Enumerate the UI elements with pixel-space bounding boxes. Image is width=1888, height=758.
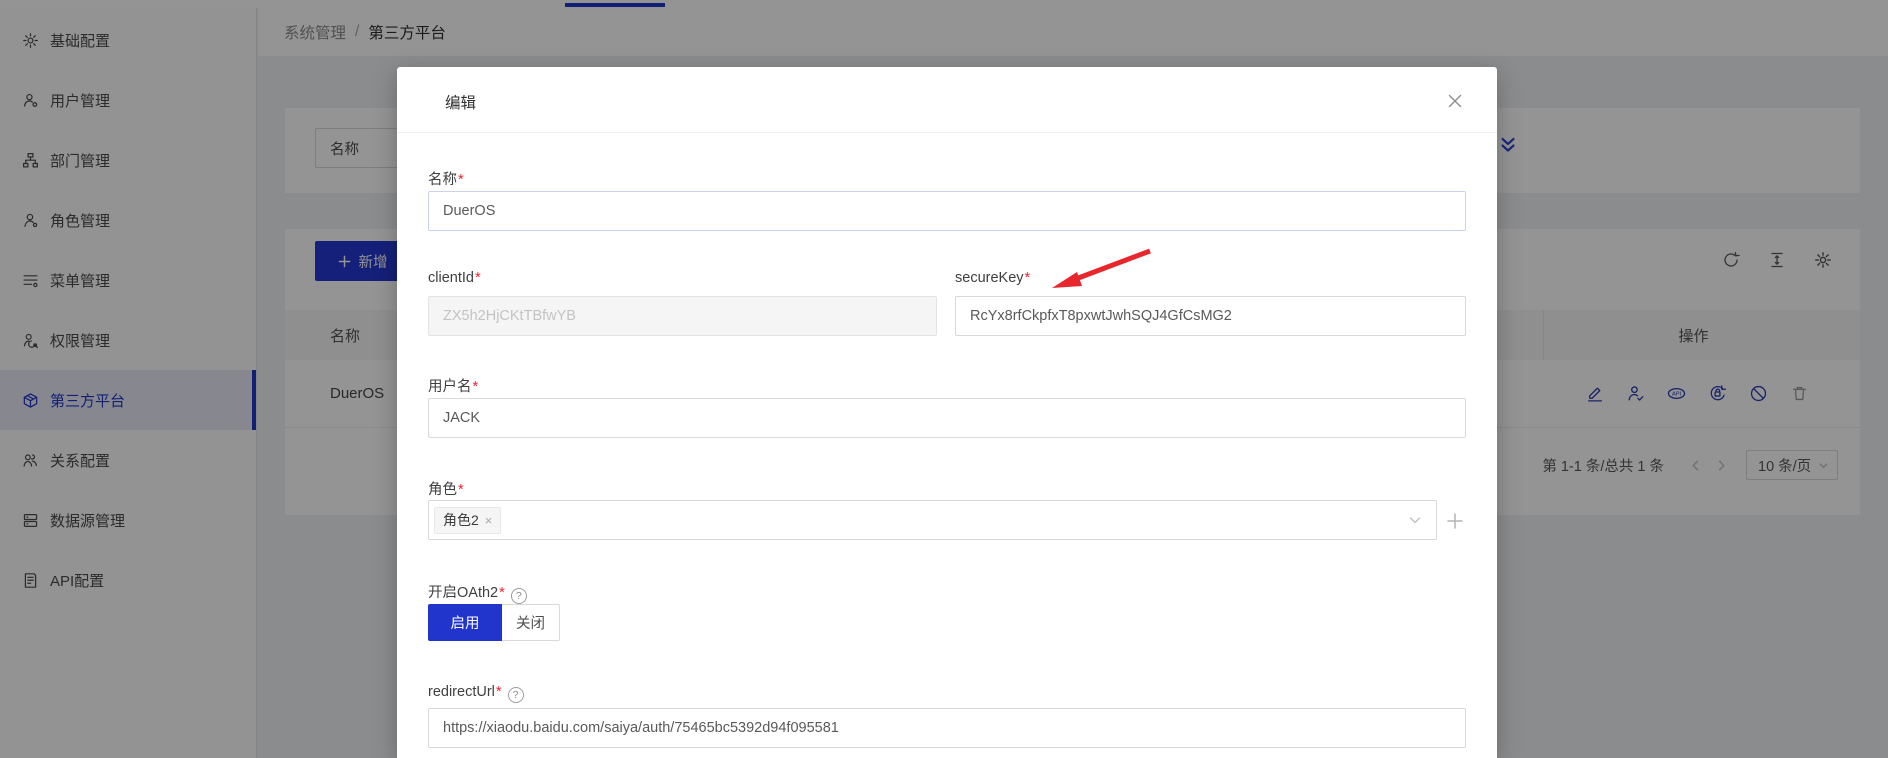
oauth-enable-button[interactable]: 启用	[428, 604, 502, 641]
close-icon[interactable]	[1447, 93, 1463, 109]
oauth-disable-button[interactable]: 关闭	[502, 604, 560, 641]
field-label-username: 用户名*	[428, 375, 478, 396]
username-input[interactable]	[428, 398, 1466, 438]
field-label-redirect-url: redirectUrl*?	[428, 684, 524, 703]
tag-remove-icon[interactable]: ×	[485, 513, 493, 528]
chevron-down-icon	[1408, 513, 1422, 527]
modal-header: 编辑	[397, 67, 1497, 133]
name-input[interactable]	[428, 191, 1466, 231]
oauth-toggle: 启用 关闭	[428, 604, 560, 641]
field-label-client-id: clientId*	[428, 270, 481, 286]
secure-key-input[interactable]	[955, 296, 1466, 336]
role-multiselect[interactable]: 角色2 ×	[428, 500, 1437, 540]
role-tag: 角色2 ×	[434, 507, 501, 534]
field-label-oauth: 开启OAth2*?	[428, 581, 527, 604]
help-icon[interactable]: ?	[508, 687, 524, 703]
help-icon[interactable]: ?	[511, 588, 527, 604]
client-id-input	[428, 296, 937, 336]
app-root: 基础配置 用户管理 部门管理 角色管理 菜单管理 权限管理 第三方平台 关系配	[0, 0, 1888, 758]
edit-modal: 编辑 名称* clientId* secureKey* 用户名* 角色* 角色2	[397, 67, 1497, 758]
field-label-name: 名称*	[428, 168, 464, 189]
field-label-role: 角色*	[428, 478, 464, 499]
role-tag-label: 角色2	[443, 510, 479, 530]
field-label-secure-key: secureKey*	[955, 270, 1030, 286]
redirect-url-input[interactable]	[428, 708, 1466, 748]
add-role-icon[interactable]	[1446, 512, 1464, 530]
modal-title: 编辑	[445, 91, 476, 113]
